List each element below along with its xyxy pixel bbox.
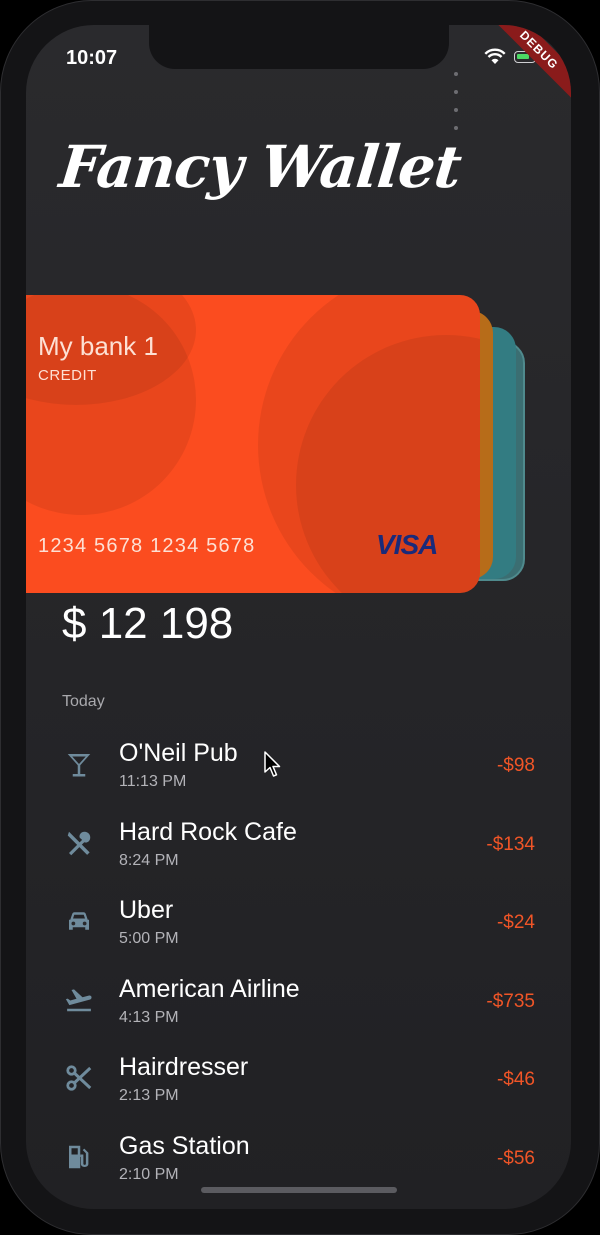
transaction-amount: -$46 (496, 1069, 535, 1091)
car-icon (69, 912, 89, 930)
transaction-name: Hard Rock Cafe (119, 817, 297, 846)
transaction-name: Hairdresser (119, 1053, 249, 1082)
credit-card[interactable]: My bank 1 CREDIT 1234 5678 1234 5678 VIS… (26, 295, 480, 593)
transaction-time: 8:24 PM (119, 851, 179, 869)
device-notch (149, 25, 449, 69)
mouse-cursor-icon (264, 751, 281, 777)
scissors-icon (66, 1065, 92, 1091)
transaction-time: 2:10 PM (119, 1165, 179, 1183)
transaction-time: 5:00 PM (119, 930, 179, 948)
transaction-time: 4:13 PM (119, 1008, 179, 1026)
debug-banner: DEBUG (481, 25, 571, 108)
card-brand-logo: VISA (376, 529, 438, 560)
status-time: 10:07 (66, 47, 118, 69)
transaction-time: 11:13 PM (119, 773, 187, 790)
transaction-row[interactable]: Uber 5:00 PM -$24 (26, 890, 571, 969)
transaction-name: American Airline (119, 974, 300, 1003)
cocktail-icon (67, 754, 91, 777)
transaction-time: 2:13 PM (119, 1087, 179, 1105)
transaction-amount: -$134 (486, 833, 535, 855)
phone-frame: 10:07 DEBUG Fancy Wallet My bank 1 CREDI… (0, 0, 600, 1235)
card-number: 1234 5678 1234 5678 (38, 535, 256, 557)
transaction-row[interactable]: American Airline 4:13 PM -$735 (26, 969, 571, 1048)
account-balance: $ 12 198 (62, 599, 234, 648)
home-indicator[interactable] (201, 1187, 397, 1193)
transaction-list: O'Neil Pub 11:13 PM -$98 Hard Rock Cafe … (26, 733, 571, 1205)
wifi-icon (484, 48, 506, 64)
flight-takeoff-icon (65, 989, 92, 1012)
app-screen: 10:07 DEBUG Fancy Wallet My bank 1 CREDI… (26, 25, 571, 1209)
card-bank-name: My bank 1 (38, 331, 158, 361)
transaction-amount: -$98 (496, 755, 535, 776)
transaction-amount: -$735 (486, 990, 535, 1012)
card-decoration (26, 295, 196, 515)
app-logo: Fancy Wallet (56, 133, 464, 201)
section-label-today: Today (62, 693, 105, 710)
signal-icon (454, 63, 461, 135)
restaurant-icon (67, 831, 91, 855)
transaction-row[interactable]: Hard Rock Cafe 8:24 PM -$134 (26, 812, 571, 891)
gas-station-icon (69, 1145, 89, 1169)
transaction-name: Uber (119, 896, 174, 925)
card-type: CREDIT (38, 367, 97, 384)
transaction-name: Gas Station (119, 1131, 250, 1160)
transaction-amount: -$24 (496, 912, 535, 934)
transaction-row[interactable]: O'Neil Pub 11:13 PM -$98 (26, 733, 571, 812)
transaction-amount: -$56 (496, 1147, 535, 1169)
transaction-name: O'Neil Pub (119, 739, 238, 767)
transaction-row[interactable]: Hairdresser 2:13 PM -$46 (26, 1047, 571, 1126)
